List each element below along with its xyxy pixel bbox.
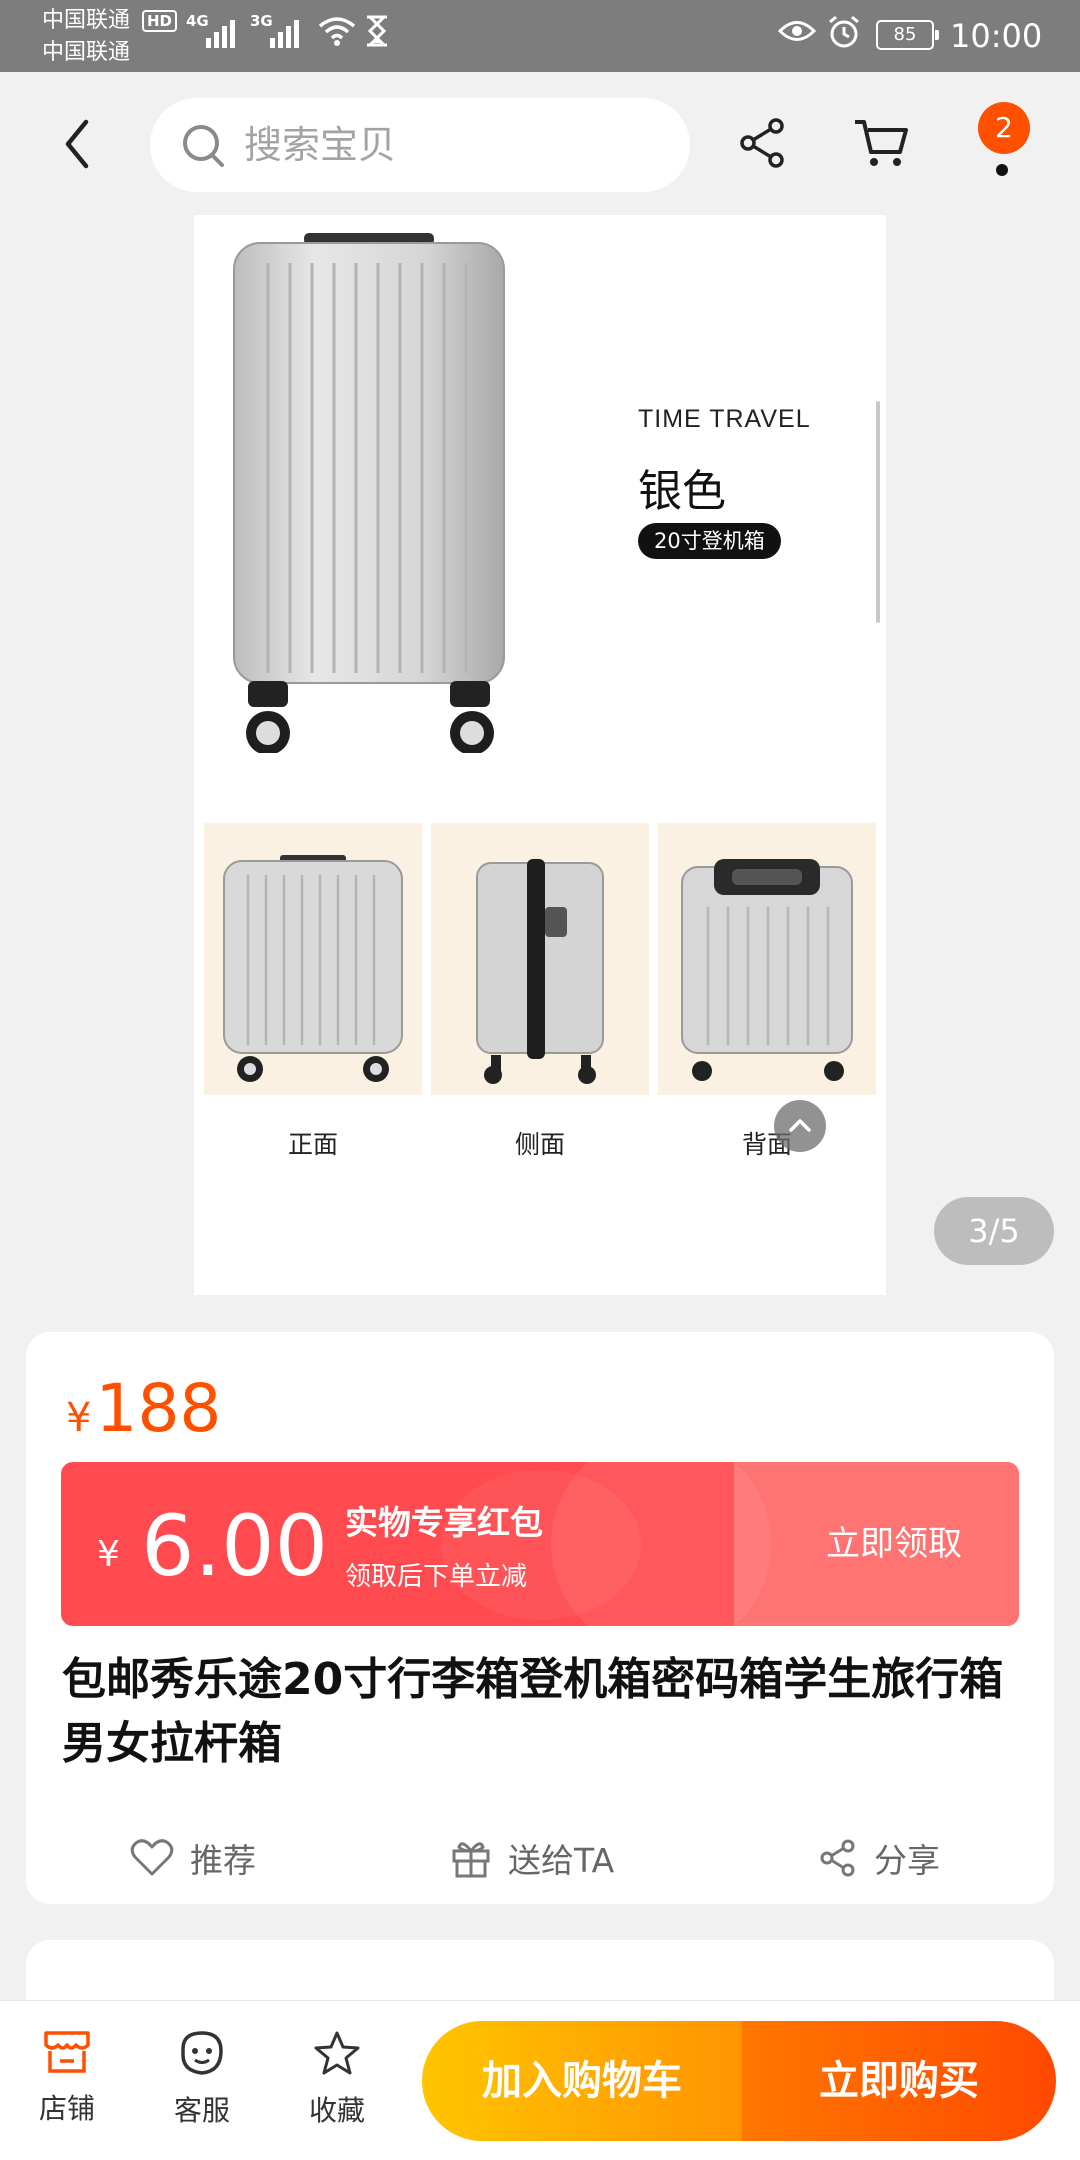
scroll-up-icon[interactable]	[774, 1100, 826, 1152]
favorite-label: 收藏	[308, 2094, 365, 2127]
coupon-banner[interactable]: ¥ 6.00 实物专享红包 领取后下单立减 立即领取	[61, 1462, 1019, 1626]
customer-service-icon	[181, 2031, 223, 2075]
share-label: 分享	[874, 1841, 940, 1880]
gift-button[interactable]: 送给TA	[450, 1830, 614, 1886]
search-bar[interactable]: 搜索宝贝	[150, 98, 690, 192]
coupon-amount: 6.00	[141, 1497, 329, 1595]
signal-icon	[206, 14, 240, 48]
heart-icon	[130, 1839, 174, 1876]
carrier-label: 中国联通	[42, 8, 131, 33]
coupon-subtitle: 领取后下单立减	[345, 1562, 528, 1592]
gift-icon	[452, 1842, 490, 1878]
price-value: 188	[95, 1370, 222, 1447]
brand-tagline: TIME TRAVEL	[638, 405, 811, 433]
shop-button[interactable]: 店铺	[17, 2029, 117, 2127]
side-view-image	[431, 823, 649, 1095]
side-view-label: 侧面	[514, 1130, 565, 1159]
status-bar: 中国联通 中国联通 HD 4G 3G 85 10:00	[0, 0, 1080, 72]
cart-count-badge: 2	[978, 102, 1030, 154]
suitcase-main-image	[233, 233, 505, 753]
image-scrollbar[interactable]	[876, 401, 880, 623]
wifi-icon	[318, 17, 356, 46]
bottom-action-bar: 店铺 客服 收藏 加入购物车 立即购买	[0, 2000, 1080, 2160]
cart-icon[interactable]	[852, 116, 910, 170]
message-button[interactable]: 2	[974, 102, 1034, 182]
product-info-card: ¥188 ¥ 6.00 实物专享红包 领取后下单立减 立即领取 包邮秀乐途20寸…	[26, 1332, 1054, 1904]
hd-voice-icon: HD	[142, 10, 178, 32]
signal-icon-secondary	[270, 14, 304, 48]
image-page-counter: 3/5	[934, 1197, 1054, 1265]
favorite-button[interactable]: 收藏	[287, 2029, 387, 2129]
more-dot-icon	[996, 164, 1008, 176]
top-nav-bar: 搜索宝贝 2	[0, 72, 1080, 212]
search-placeholder: 搜索宝贝	[244, 123, 397, 167]
product-image-gallery[interactable]: TIME TRAVEL 银色 20寸登机箱 正面 侧面 背面	[194, 215, 886, 1295]
recommend-label: 推荐	[190, 1841, 256, 1880]
eye-comfort-icon	[778, 21, 816, 41]
price-currency: ¥	[66, 1395, 92, 1441]
shop-icon	[44, 2031, 90, 2073]
shop-label: 店铺	[38, 2092, 95, 2125]
share-icon	[820, 1839, 855, 1877]
color-name-label: 银色	[638, 466, 726, 517]
coupon-title: 实物专享红包	[345, 1503, 543, 1542]
status-time: 10:00	[950, 17, 1043, 55]
front-view-label: 正面	[287, 1130, 338, 1159]
share-button[interactable]: 分享	[818, 1830, 940, 1886]
buy-now-button[interactable]: 立即购买	[742, 2021, 1056, 2141]
price: ¥188	[66, 1370, 221, 1447]
product-actions: 推荐 送给TA 分享	[26, 1830, 1054, 1886]
gift-label: 送给TA	[508, 1841, 615, 1880]
product-title: 包邮秀乐途20寸行李箱登机箱密码箱学生旅行箱男女拉杆箱	[62, 1654, 1004, 1769]
search-icon	[183, 125, 224, 167]
size-tag: 20寸登机箱	[638, 523, 781, 559]
coupon-decoration	[551, 1462, 771, 1626]
back-view-image	[658, 823, 876, 1095]
carrier-label-secondary: 中国联通	[42, 40, 131, 65]
add-to-cart-button[interactable]: 加入购物车	[422, 2021, 742, 2141]
claim-coupon-button[interactable]: 立即领取	[826, 1462, 962, 1626]
back-view-label: 背面	[741, 1130, 792, 1159]
hourglass-icon	[367, 15, 387, 47]
coupon-currency: ¥	[97, 1534, 120, 1575]
customer-service-button[interactable]: 客服	[152, 2029, 252, 2129]
back-icon[interactable]	[56, 114, 100, 174]
battery-indicator: 85	[876, 20, 939, 50]
star-icon	[314, 2031, 360, 2075]
alarm-icon	[829, 15, 859, 48]
front-view-image	[204, 823, 422, 1095]
share-icon[interactable]	[736, 116, 790, 170]
recommend-button[interactable]: 推荐	[130, 1830, 256, 1886]
customer-service-label: 客服	[173, 2094, 230, 2127]
